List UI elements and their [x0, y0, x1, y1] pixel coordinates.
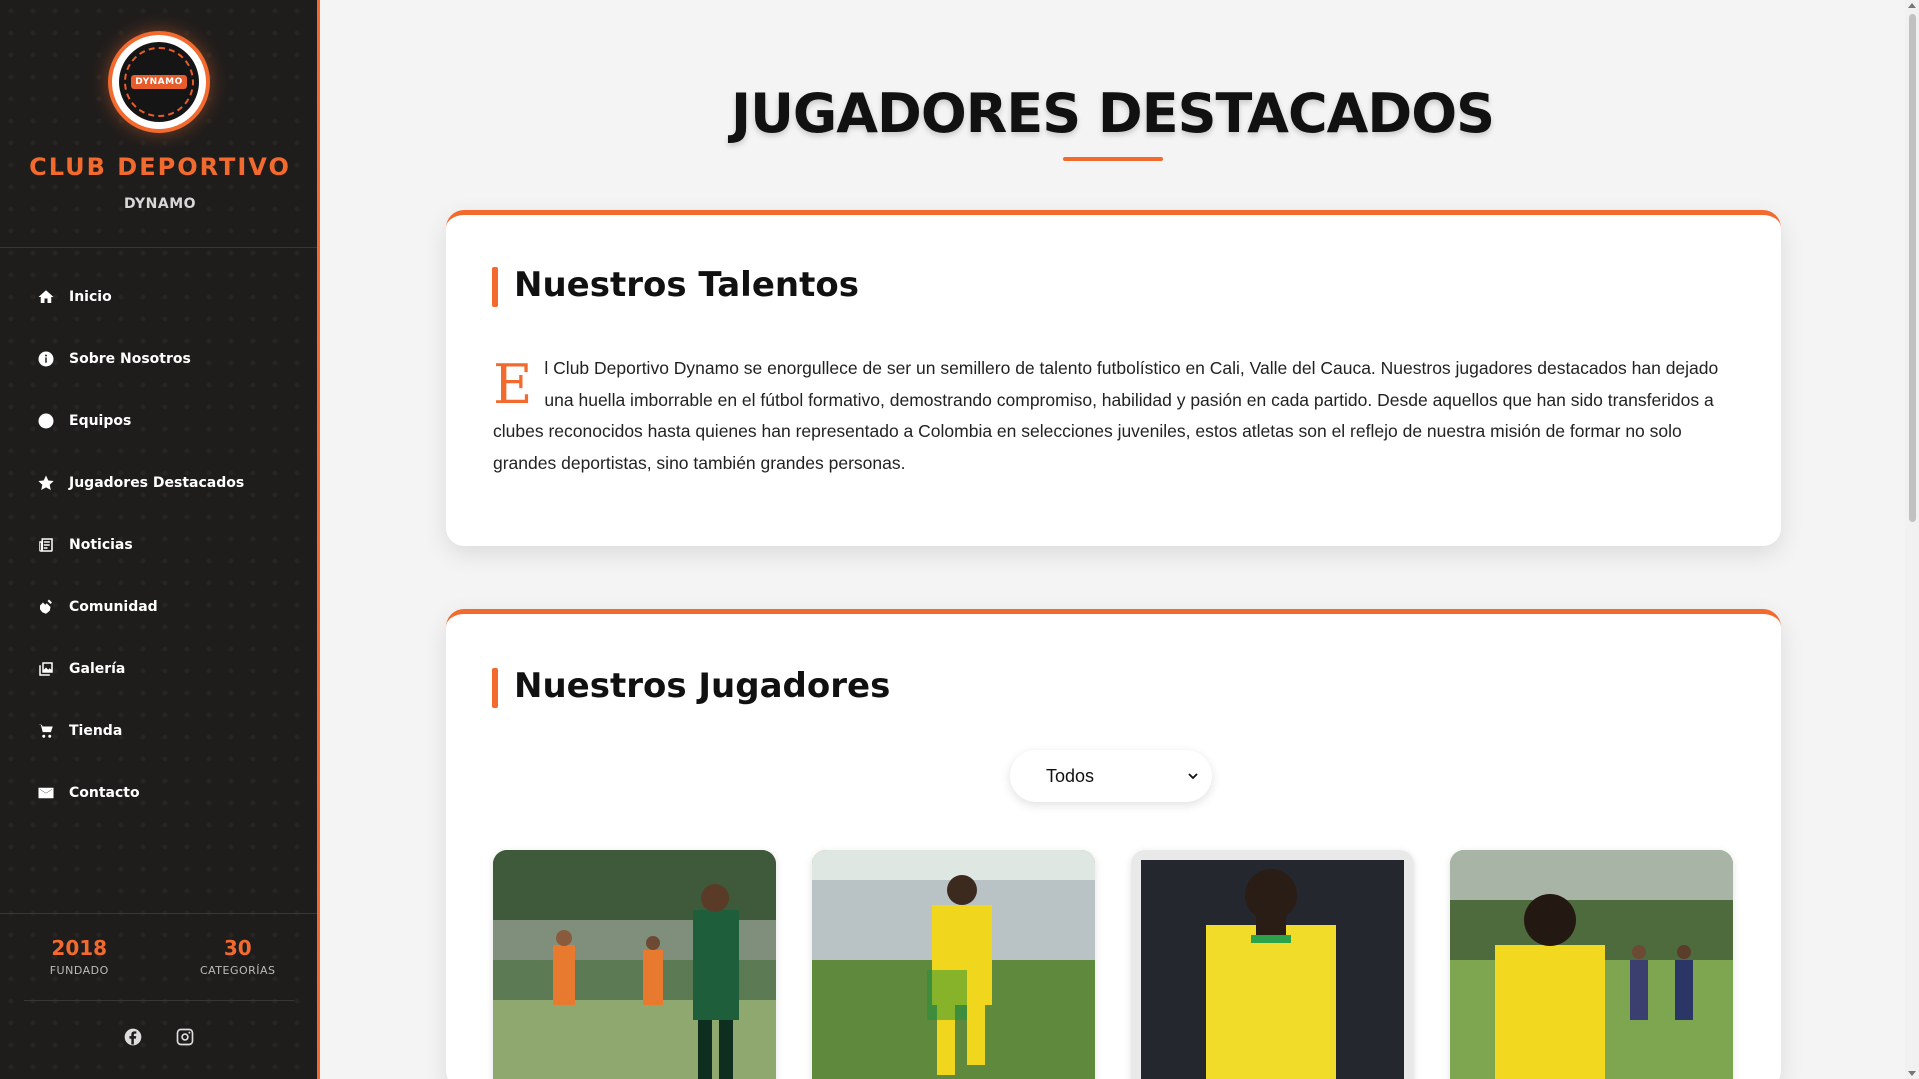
sidebar-divider: [0, 913, 317, 914]
info-icon: [38, 351, 54, 367]
player-card[interactable]: [812, 850, 1095, 1079]
stat-value: 30: [223, 936, 252, 960]
sidebar-item-equipos[interactable]: Equipos: [0, 390, 317, 452]
scroll-up-arrow[interactable]: [1908, 3, 1916, 8]
sidebar-item-sobre-nosotros[interactable]: Sobre Nosotros: [0, 328, 317, 390]
stat-label: FUNDADO: [49, 964, 109, 977]
stat-value: 2018: [51, 936, 108, 960]
player-photo: [493, 850, 776, 1079]
brand-title: CLUB DEPORTIVO: [29, 153, 291, 181]
club-logo[interactable]: DYNAMO: [108, 31, 210, 133]
player-photo: [812, 850, 1095, 1079]
player-card[interactable]: [1131, 850, 1414, 1079]
sidebar-item-comunidad[interactable]: Comunidad: [0, 576, 317, 638]
instagram-icon: [176, 1028, 193, 1046]
title-underline: [1063, 157, 1163, 161]
sidebar-nav: Inicio Sobre Nosotros Equipos Jugadores …: [0, 266, 317, 824]
dropcap-letter: E: [493, 353, 533, 416]
envelope-icon: [38, 787, 54, 799]
category-filter-select[interactable]: Todos: [1010, 750, 1212, 802]
star-icon: [38, 475, 54, 491]
logo-text: DYNAMO: [131, 75, 187, 89]
sidebar-item-label: Comunidad: [69, 599, 158, 615]
player-photo: [1450, 850, 1733, 1079]
player-card[interactable]: [493, 850, 776, 1079]
social-links: [0, 1026, 317, 1048]
gallery-icon: [39, 662, 53, 676]
instagram-link[interactable]: [174, 1026, 196, 1048]
stat-label: CATEGORÍAS: [199, 964, 276, 977]
talents-card: Nuestros Talentos El Club Deportivo Dyna…: [446, 210, 1781, 546]
sidebar-divider: [0, 247, 317, 248]
facebook-link[interactable]: [122, 1026, 144, 1048]
sidebar-item-label: Galería: [69, 661, 126, 677]
stat-categories: 30 CATEGORÍAS: [159, 936, 318, 977]
page-scrollbar[interactable]: [1905, 0, 1919, 1079]
page-title: JUGADORES DESTACADOS: [730, 82, 1495, 145]
logo-emblem: DYNAMO: [119, 42, 199, 122]
sidebar-item-label: Jugadores Destacados: [69, 475, 245, 491]
sidebar-item-tienda[interactable]: Tienda: [0, 700, 317, 762]
sidebar: DYNAMO CLUB DEPORTIVO DYNAMO Inicio Sobr…: [0, 0, 320, 1079]
sidebar-item-inicio[interactable]: Inicio: [0, 266, 317, 328]
sidebar-divider: [24, 1000, 294, 1001]
scroll-down-arrow[interactable]: [1908, 1071, 1916, 1076]
players-heading: Nuestros Jugadores: [492, 666, 890, 708]
sidebar-item-galeria[interactable]: Galería: [0, 638, 317, 700]
home-icon: [38, 290, 54, 303]
sidebar-item-label: Equipos: [69, 413, 132, 429]
facebook-icon: [124, 1028, 141, 1046]
player-photo: [1131, 850, 1414, 1079]
sidebar-item-label: Tienda: [69, 723, 123, 739]
players-card: Nuestros Jugadores Todos: [446, 609, 1781, 1079]
sidebar-item-label: Noticias: [69, 537, 133, 553]
club-stats: 2018 FUNDADO 30 CATEGORÍAS: [0, 936, 317, 977]
players-grid: [493, 850, 1733, 1079]
circle-icon: [38, 413, 54, 429]
sidebar-item-contacto[interactable]: Contacto: [0, 762, 317, 824]
player-card[interactable]: [1450, 850, 1733, 1079]
stat-founded: 2018 FUNDADO: [0, 936, 159, 977]
brand-subtitle: DYNAMO: [123, 196, 197, 212]
cart-icon: [38, 724, 53, 738]
hands-icon: [40, 599, 52, 614]
newspaper-icon: [39, 538, 53, 552]
sidebar-item-jugadores-destacados[interactable]: Jugadores Destacados: [0, 452, 317, 514]
scrollbar-thumb[interactable]: [1909, 14, 1916, 522]
talents-text: El Club Deportivo Dynamo se enorgullece …: [493, 353, 1734, 479]
chevron-down-icon: [1188, 773, 1198, 780]
talents-heading: Nuestros Talentos: [492, 265, 859, 307]
sidebar-item-label: Contacto: [69, 785, 140, 801]
filter-selected-value: Todos: [1046, 765, 1095, 786]
sidebar-item-label: Inicio: [69, 289, 112, 305]
talents-body: l Club Deportivo Dynamo se enorgullece d…: [493, 358, 1719, 473]
sidebar-item-label: Sobre Nosotros: [69, 351, 191, 367]
sidebar-item-noticias[interactable]: Noticias: [0, 514, 317, 576]
